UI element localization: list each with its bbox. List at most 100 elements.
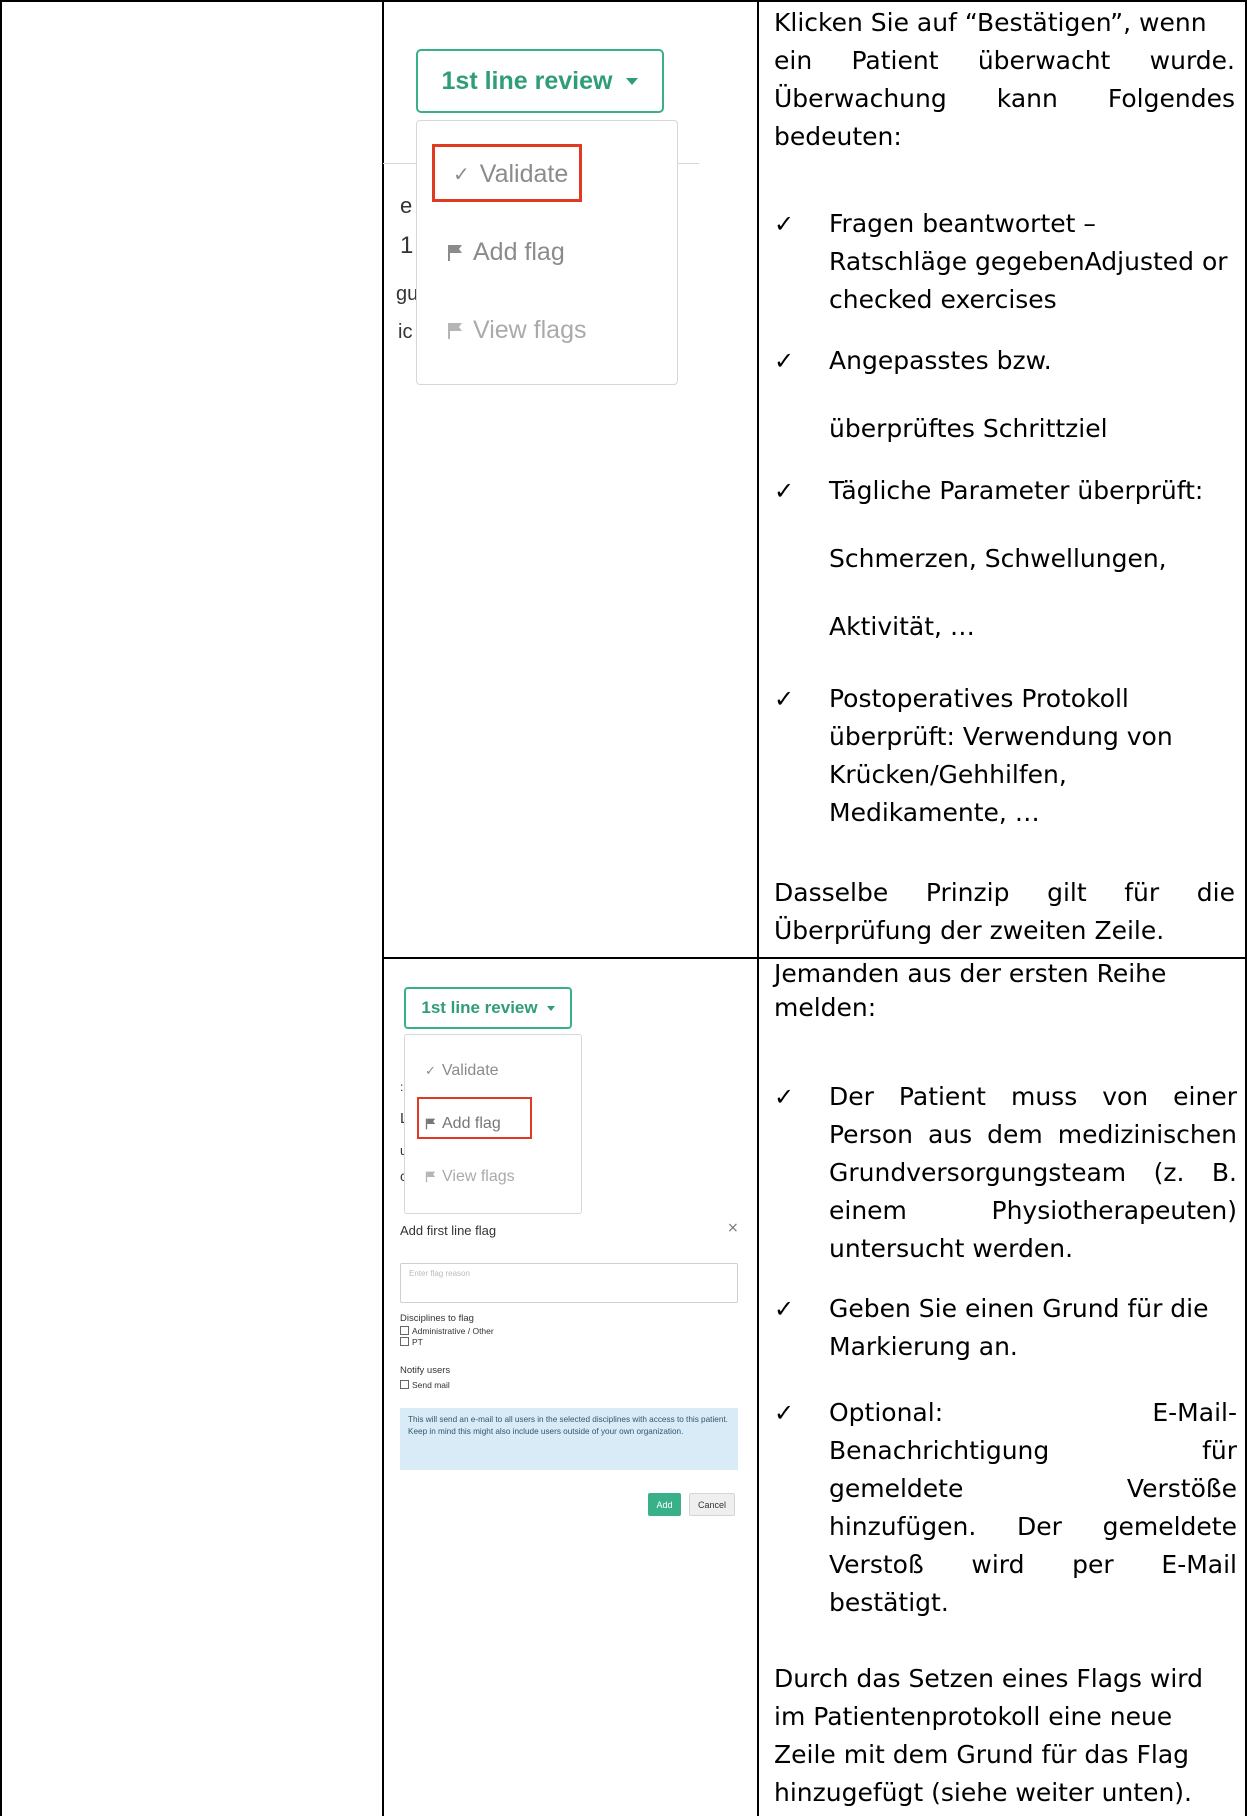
bullet-item: ✓ Postoperatives Protokoll überprüft: Ve… bbox=[774, 680, 1237, 832]
flag-icon bbox=[425, 1171, 436, 1183]
highlight-box bbox=[417, 1097, 532, 1139]
checkmark-icon: ✓ bbox=[774, 685, 795, 713]
caret-down-icon bbox=[626, 77, 639, 85]
bullet-line: Geben Sie einen Grund für die bbox=[829, 1294, 1209, 1323]
section2-intro: Jemanden aus der ersten Reihe melden: bbox=[774, 957, 1235, 1025]
disciplines-label: Disciplines to flag bbox=[400, 1313, 474, 1324]
checkbox[interactable] bbox=[400, 1337, 409, 1346]
first-line-review-label: 1st line review bbox=[441, 66, 613, 95]
discipline-label: Administrative / Other bbox=[412, 1326, 494, 1336]
first-line-review-label: 1st line review bbox=[421, 998, 538, 1017]
checkmark-icon: ✓ bbox=[774, 477, 795, 505]
section1-closing: Dasselbe Prinzip gilt für die Überprüfun… bbox=[774, 874, 1235, 950]
bullet-line: Aktivität, … bbox=[829, 612, 975, 641]
send-mail-option[interactable]: Send mail bbox=[400, 1380, 450, 1390]
discipline-option[interactable]: Administrative / Other bbox=[400, 1326, 494, 1336]
table-border-left bbox=[0, 0, 2, 1816]
checkmark-icon: ✓ bbox=[774, 347, 795, 375]
menu-item-label: View flags bbox=[442, 1168, 515, 1185]
bullet-line: überprüft: Verwendung von bbox=[829, 722, 1173, 751]
bullet-item: ✓ Tägliche Parameter überprüft: Schmerze… bbox=[774, 472, 1237, 646]
closing-line: Durch das Setzen eines Flags wird bbox=[774, 1664, 1203, 1693]
closing-line: Dasselbe Prinzip gilt für die bbox=[774, 878, 1235, 907]
background-fragment: ic bbox=[398, 321, 413, 343]
intro-line: Überwachung kann Folgendes bbox=[774, 84, 1235, 113]
intro-line: melden: bbox=[774, 993, 877, 1022]
menu-item-validate[interactable]: ✓ Validate bbox=[425, 1062, 499, 1080]
bullet-line: Markierung an. bbox=[829, 1332, 1018, 1361]
bullet-item: ✓ Geben Sie einen Grund für die Markieru… bbox=[774, 1290, 1237, 1366]
flag-icon bbox=[448, 244, 462, 261]
background-fragment: 1 bbox=[400, 232, 414, 259]
intro-line: ein Patient überwacht wurde. bbox=[774, 46, 1235, 75]
checkbox[interactable] bbox=[400, 1326, 409, 1335]
add-button[interactable]: Add bbox=[648, 1493, 681, 1516]
checkmark-icon: ✓ bbox=[774, 1083, 795, 1111]
closing-line: Überprüfung der zweiten Zeile. bbox=[774, 916, 1165, 945]
bullet-line: Krücken/Gehhilfen, bbox=[829, 760, 1067, 789]
background-fragment: gu bbox=[396, 283, 419, 305]
bullet-line: Benachrichtigung für bbox=[829, 1436, 1237, 1465]
menu-item-label: Validate bbox=[441, 1062, 499, 1079]
bullet-line bbox=[829, 578, 1237, 608]
bullet-line: untersucht werden. bbox=[829, 1234, 1074, 1263]
caret-down-icon bbox=[546, 1005, 555, 1011]
cancel-button[interactable]: Cancel bbox=[689, 1493, 735, 1516]
check-icon: ✓ bbox=[425, 1063, 436, 1078]
bullet-line: bestätigt. bbox=[829, 1588, 949, 1617]
bullet-line: Schmerzen, Schwellungen, bbox=[829, 544, 1167, 573]
bullet-line: Fragen beantwortet – bbox=[829, 209, 1096, 238]
checkmark-icon: ✓ bbox=[774, 1399, 795, 1427]
flag-reason-textarea[interactable]: Enter flag reason bbox=[400, 1263, 738, 1303]
table-border-col1 bbox=[382, 0, 384, 1816]
bullet-item: ✓ Optional: E-Mail- Benachrichtigung für… bbox=[774, 1394, 1237, 1622]
modal-title: Add first line flag bbox=[400, 1223, 497, 1238]
menu-item-label: View flags bbox=[473, 316, 587, 344]
checkmark-icon: ✓ bbox=[774, 1295, 795, 1323]
notify-label: Notify users bbox=[400, 1365, 451, 1376]
info-alert: This will send an e-mail to all users in… bbox=[400, 1408, 738, 1470]
section1-intro: Klicken Sie auf “Bestätigen”, wenn ein P… bbox=[774, 4, 1235, 156]
table-border-top bbox=[0, 0, 1247, 2]
bullet-line: gemeldete Verstöße bbox=[829, 1474, 1237, 1503]
menu-item-view-flags[interactable]: View flags bbox=[425, 1168, 515, 1186]
closing-line: Zeile mit dem Grund für das Flag bbox=[774, 1740, 1190, 1769]
intro-line: Klicken Sie auf “Bestätigen”, wenn bbox=[774, 8, 1207, 37]
background-fragment: e bbox=[400, 193, 413, 218]
first-line-review-button[interactable]: 1st line review bbox=[404, 987, 572, 1029]
intro-line: bedeuten: bbox=[774, 122, 902, 151]
checkmark-icon: ✓ bbox=[774, 210, 795, 238]
menu-item-label: Add flag bbox=[473, 238, 565, 266]
flag-icon bbox=[448, 322, 462, 339]
first-line-review-button[interactable]: 1st line review bbox=[416, 49, 664, 113]
bullet-line: Grundversorgungsteam (z. B. bbox=[829, 1158, 1237, 1187]
intro-line: Jemanden aus der ersten Reihe bbox=[774, 959, 1167, 988]
bullet-line: Medikamente, … bbox=[829, 798, 1040, 827]
bullet-line: Tägliche Parameter überprüft: bbox=[829, 476, 1204, 505]
bullet-line: Angepasstes bzw. bbox=[829, 346, 1052, 375]
highlight-box bbox=[432, 144, 582, 202]
closing-line: im Patientenprotokoll eine neue bbox=[774, 1702, 1173, 1731]
background-fragment: : bbox=[400, 1080, 404, 1094]
bullet-line: checked exercises bbox=[829, 285, 1057, 314]
bullet-line: Person aus dem medizinischen bbox=[829, 1120, 1237, 1149]
bullet-line bbox=[829, 380, 1237, 410]
bullet-line: Verstoß wird per E-Mail bbox=[829, 1550, 1237, 1579]
table-border-col2 bbox=[757, 0, 759, 1816]
bullet-item: ✓ Der Patient muss von einer Person aus … bbox=[774, 1078, 1237, 1268]
bullet-item: ✓ Angepasstes bzw. überprüftes Schrittzi… bbox=[774, 342, 1237, 448]
bullet-line: Ratschläge gegebenAdjusted or bbox=[829, 247, 1228, 276]
menu-item-add-flag[interactable]: Add flag bbox=[447, 238, 565, 267]
bullet-line bbox=[829, 510, 1237, 540]
menu-item-view-flags[interactable]: View flags bbox=[447, 316, 587, 345]
bullet-line: Postoperatives Protokoll bbox=[829, 684, 1129, 713]
close-icon[interactable]: × bbox=[727, 1220, 739, 1236]
bullet-item: ✓ Fragen beantwortet – Ratschläge gegebe… bbox=[774, 205, 1237, 319]
bullet-line: überprüftes Schrittziel bbox=[829, 414, 1108, 443]
flag-reason-placeholder: Enter flag reason bbox=[409, 1269, 470, 1278]
section2-closing: Durch das Setzen eines Flags wird im Pat… bbox=[774, 1660, 1239, 1812]
send-mail-label: Send mail bbox=[412, 1380, 450, 1390]
checkbox[interactable] bbox=[400, 1380, 409, 1389]
bullet-line: Optional: E-Mail- bbox=[829, 1398, 1237, 1427]
discipline-option[interactable]: PT bbox=[400, 1337, 423, 1347]
